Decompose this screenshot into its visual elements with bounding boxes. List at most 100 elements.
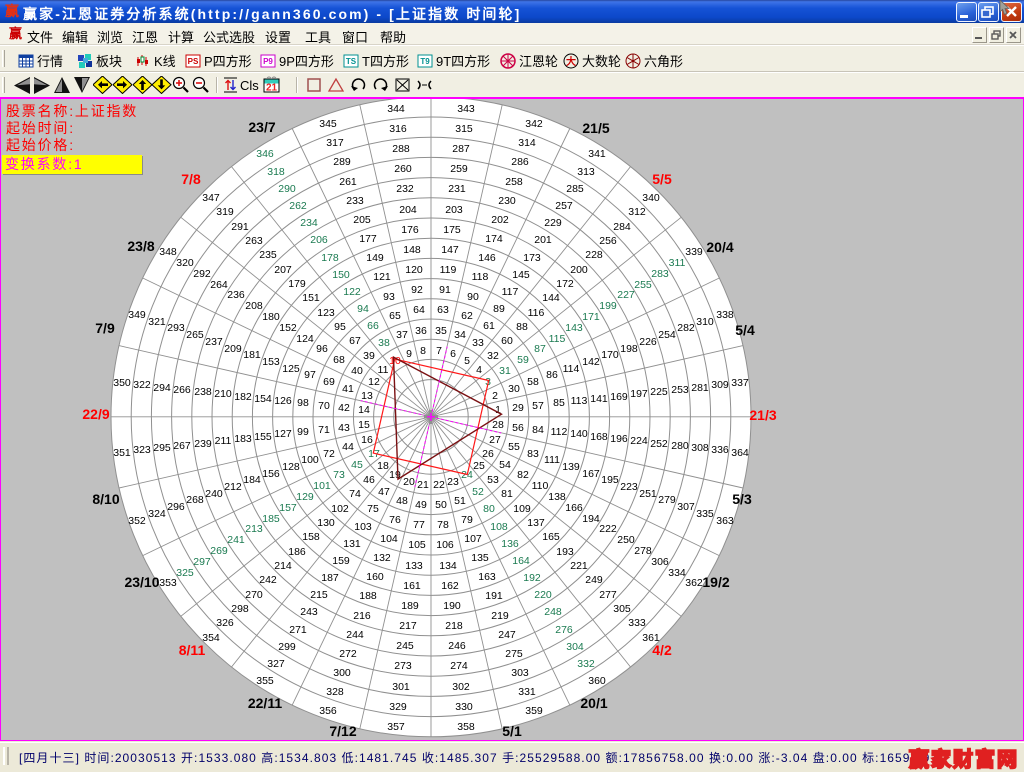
svg-text:246: 246: [448, 640, 466, 652]
svg-text:326: 326: [216, 617, 234, 629]
svg-text:32: 32: [487, 350, 499, 362]
svg-text:347: 347: [202, 192, 220, 204]
svg-text:28: 28: [492, 419, 504, 431]
svg-text:130: 130: [317, 517, 335, 529]
svg-text:245: 245: [396, 640, 414, 652]
svg-text:T9: T9: [420, 57, 430, 66]
svg-text:180: 180: [262, 311, 280, 323]
svg-text:146: 146: [478, 252, 496, 264]
svg-text:308: 308: [691, 442, 709, 454]
svg-text:54: 54: [499, 459, 511, 471]
svg-text:242: 242: [259, 574, 277, 586]
svg-text:294: 294: [153, 382, 171, 394]
svg-text:322: 322: [133, 379, 151, 391]
svg-text:6: 6: [450, 348, 456, 360]
svg-text:20/4: 20/4: [706, 239, 733, 255]
svg-text:183: 183: [234, 433, 252, 445]
svg-text:288: 288: [392, 143, 410, 155]
svg-text:124: 124: [296, 333, 314, 345]
svg-text:P9: P9: [263, 57, 273, 66]
svg-text:247: 247: [498, 629, 516, 641]
svg-text:5/1: 5/1: [502, 723, 522, 739]
svg-text:158: 158: [302, 531, 320, 543]
svg-text:270: 270: [245, 589, 263, 601]
svg-text:64: 64: [413, 304, 425, 316]
svg-text:267: 267: [173, 440, 191, 452]
svg-text:144: 144: [542, 292, 560, 304]
svg-text:86: 86: [546, 369, 558, 381]
svg-text:348: 348: [159, 246, 177, 258]
svg-text:169: 169: [610, 391, 628, 403]
svg-text:166: 166: [565, 502, 583, 514]
svg-text:319: 319: [216, 206, 234, 218]
svg-text:231: 231: [448, 183, 466, 195]
svg-text:147: 147: [441, 244, 459, 256]
svg-text:176: 176: [401, 224, 419, 236]
svg-text:253: 253: [671, 384, 689, 396]
svg-text:213: 213: [245, 523, 263, 535]
svg-text:266: 266: [173, 384, 191, 396]
svg-text:359: 359: [525, 705, 543, 717]
svg-text:152: 152: [279, 322, 297, 334]
svg-text:329: 329: [389, 701, 407, 713]
svg-text:93: 93: [383, 291, 395, 303]
svg-text:179: 179: [288, 278, 306, 290]
svg-text:301: 301: [392, 681, 410, 693]
svg-text:67: 67: [349, 335, 361, 347]
svg-text:228: 228: [585, 249, 603, 261]
svg-text:355: 355: [256, 675, 274, 687]
svg-text:7/8: 7/8: [181, 171, 201, 187]
svg-text:292: 292: [193, 268, 211, 280]
svg-text:148: 148: [403, 244, 421, 256]
svg-text:222: 222: [599, 523, 617, 535]
svg-text:136: 136: [501, 538, 519, 550]
svg-text:125: 125: [282, 363, 300, 375]
svg-text:256: 256: [599, 235, 617, 247]
svg-text:88: 88: [516, 321, 528, 333]
svg-text:38: 38: [378, 337, 390, 349]
svg-text:137: 137: [527, 517, 545, 529]
svg-text:282: 282: [677, 322, 695, 334]
svg-text:95: 95: [334, 321, 346, 333]
svg-text:337: 337: [731, 377, 749, 389]
svg-text:333: 333: [628, 617, 646, 629]
svg-text:165: 165: [542, 531, 560, 543]
svg-text:8/10: 8/10: [92, 491, 119, 507]
svg-text:19: 19: [389, 469, 401, 481]
svg-text:大: 大: [566, 55, 576, 68]
svg-text:22/9: 22/9: [82, 406, 109, 422]
svg-text:295: 295: [153, 442, 171, 454]
svg-text:138: 138: [548, 491, 566, 503]
svg-text:168: 168: [590, 431, 608, 443]
svg-text:258: 258: [505, 176, 523, 188]
svg-text:53: 53: [487, 474, 499, 486]
svg-text:161: 161: [403, 580, 421, 592]
svg-text:331: 331: [518, 686, 536, 698]
svg-text:70: 70: [318, 400, 330, 412]
svg-text:7: 7: [436, 345, 442, 357]
svg-text:5/5: 5/5: [652, 171, 672, 187]
svg-text:61: 61: [483, 320, 495, 332]
svg-text:156: 156: [262, 468, 280, 480]
svg-text:272: 272: [339, 648, 357, 660]
svg-text:85: 85: [553, 397, 565, 409]
svg-text:194: 194: [582, 513, 600, 525]
svg-text:207: 207: [274, 264, 292, 276]
svg-text:36: 36: [415, 325, 427, 337]
svg-text:154: 154: [254, 393, 272, 405]
svg-text:163: 163: [478, 571, 496, 583]
svg-text:164: 164: [512, 555, 530, 567]
svg-text:311: 311: [669, 257, 686, 269]
svg-text:56: 56: [512, 422, 524, 434]
svg-text:325: 325: [176, 567, 194, 579]
svg-text:178: 178: [321, 252, 339, 264]
svg-text:195: 195: [601, 474, 619, 486]
svg-text:77: 77: [413, 519, 425, 531]
svg-text:286: 286: [511, 156, 529, 168]
svg-text:82: 82: [517, 469, 529, 481]
svg-text:199: 199: [599, 300, 617, 312]
svg-text:134: 134: [439, 560, 457, 572]
svg-text:187: 187: [321, 572, 339, 584]
svg-text:334: 334: [668, 567, 686, 579]
svg-text:73: 73: [333, 469, 345, 481]
